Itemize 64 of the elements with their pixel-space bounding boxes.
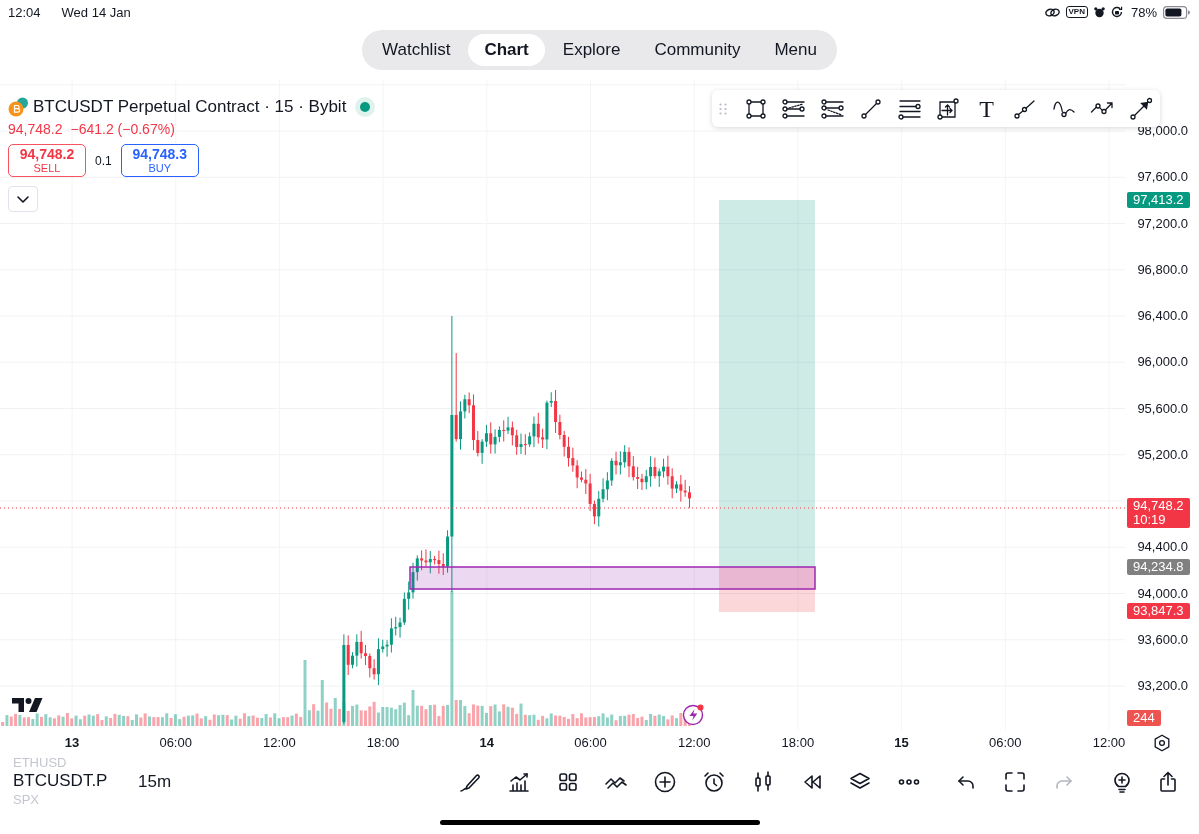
plus-circle-icon[interactable]	[653, 770, 678, 794]
tag-price-text: 94,748.2	[1133, 499, 1184, 513]
crosshair-box-icon[interactable]	[935, 95, 961, 122]
price-label: 96,400.0	[1137, 308, 1188, 324]
settings-icon[interactable]	[1153, 734, 1171, 752]
price-label: 93,200.0	[1137, 678, 1188, 694]
vpn-indicator: VPN	[1065, 6, 1088, 18]
symbol-title[interactable]: BTCUSDT Perpetual Contract · 15 · Bybit	[33, 95, 347, 119]
nav-tab[interactable]: Watchlist	[366, 34, 467, 66]
battery-icon	[1163, 5, 1190, 19]
nav-tab[interactable]: Chart	[468, 34, 545, 66]
price-label: 95,200.0	[1137, 446, 1188, 463]
arrow-line-icon[interactable]	[1127, 95, 1154, 122]
price-label: 94,000.0	[1137, 585, 1188, 602]
time-label: 12:00	[1092, 734, 1126, 752]
price-label: 93,600.0	[1137, 631, 1188, 648]
nav-tab[interactable]: Menu	[758, 34, 833, 66]
time-label: 06:00	[574, 734, 607, 752]
status-dot-icon	[355, 97, 376, 117]
alarm-clock-icon[interactable]	[702, 770, 726, 794]
tag-timer-text: 10:19	[1133, 513, 1167, 527]
status-time: 12:04	[8, 4, 41, 20]
grip-icon[interactable]	[719, 102, 727, 115]
nav-tab[interactable]: Community	[638, 34, 757, 66]
price-change: −641.2 (−0.67%)	[70, 120, 175, 138]
lightning-icon[interactable]	[682, 703, 705, 726]
fullscreen-icon[interactable]	[1002, 770, 1027, 794]
price-label: 97,200.0	[1137, 215, 1188, 232]
interval-button[interactable]: 15m	[138, 772, 172, 791]
link-icon	[1044, 6, 1060, 18]
time-label: 12:00	[677, 734, 711, 752]
price-label: 95,600.0	[1137, 400, 1188, 417]
status-date: Wed 14 Jan	[61, 4, 131, 20]
symbol-option[interactable]: BTCUSDT.P	[13, 770, 108, 792]
time-label: 12:00	[263, 734, 296, 752]
price-label: 97,600.0	[1137, 169, 1188, 186]
price-tag: 94,234.8	[1127, 559, 1190, 575]
battery-percent: 78%	[1130, 4, 1157, 20]
price-tag: 93,847.3	[1127, 603, 1190, 619]
time-label: 06:00	[159, 734, 192, 752]
time-label: 06:00	[989, 734, 1022, 752]
spread-value: 0.1	[95, 153, 112, 168]
collapse-button[interactable]	[8, 186, 38, 212]
time-label: 18:00	[781, 734, 815, 752]
chevron-down-icon	[17, 195, 29, 203]
sell-button[interactable]: 94,748.2 SELL	[8, 144, 86, 177]
time-label: 14	[479, 734, 495, 752]
logo-icon[interactable]	[12, 697, 44, 713]
nav-tab[interactable]: Explore	[546, 34, 637, 66]
text-tool[interactable]: T	[973, 95, 1000, 122]
price-label: 94,400.0	[1137, 539, 1188, 556]
price-tag: 244	[1127, 710, 1161, 726]
time-label: 15	[894, 734, 909, 752]
price-label: 96,000.0	[1137, 354, 1188, 371]
alarm-icon	[1093, 6, 1105, 18]
bar-chart-icon[interactable]	[506, 770, 531, 794]
price-tag: 97,413.2	[1127, 192, 1190, 208]
time-label: 13	[64, 734, 80, 752]
coin-icon	[8, 97, 29, 117]
price-label: 96,800.0	[1137, 261, 1188, 278]
time-label: 18:00	[366, 734, 400, 752]
rotation-lock-icon	[1110, 6, 1123, 18]
buy-button[interactable]: 94,748.3 BUY	[120, 144, 199, 177]
last-price: 94,748.2	[8, 120, 63, 138]
